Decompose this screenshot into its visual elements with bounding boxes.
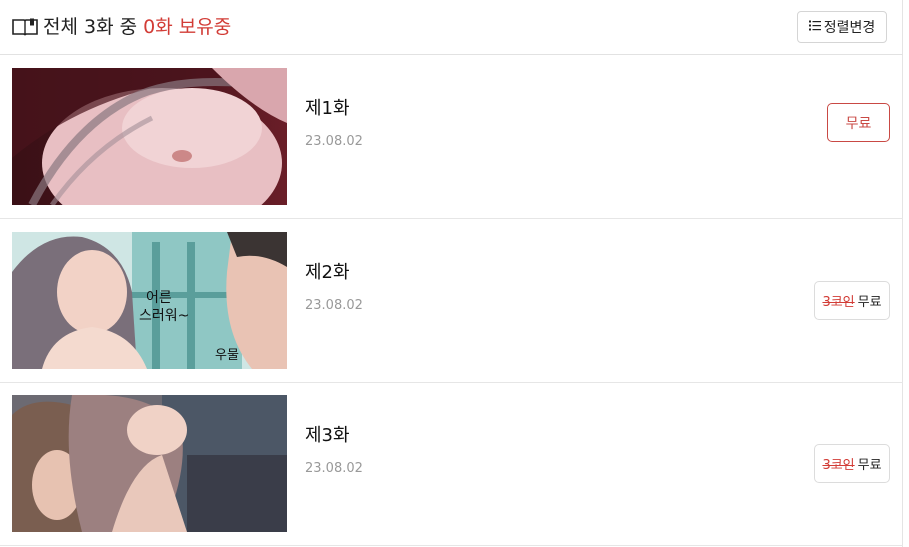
total-episodes-text: 전체 3화 중 <box>43 16 138 38</box>
episode-2-caption-1: 어른 <box>146 290 172 306</box>
episode-1-date: 23.08.02 <box>305 134 363 149</box>
list-icon <box>808 19 821 35</box>
episode-2-date: 23.08.02 <box>305 298 363 313</box>
episode-row-1[interactable]: 제1화 23.08.02 무료 <box>0 55 903 219</box>
episode-2-caption-2: 스러워~ <box>139 308 189 324</box>
episode-3-title: 제3화 <box>305 425 350 446</box>
episode-2-thumbnail[interactable]: 어른 스러워~ 우물 <box>12 232 287 369</box>
episode-3-price-button[interactable]: 3코인 무료 <box>814 444 890 483</box>
episode-3-date: 23.08.02 <box>305 461 363 476</box>
episode-3-original-price: 3코인 <box>822 458 855 473</box>
book-icon <box>12 18 38 36</box>
sort-change-label: 정렬변경 <box>823 20 876 36</box>
episode-2-title: 제2화 <box>305 262 350 283</box>
episode-2-caption-3: 우물 <box>215 348 239 363</box>
episode-row-2[interactable]: 어른 스러워~ 우물 제2화 23.08.02 3코인 무료 <box>0 219 903 383</box>
episode-2-original-price: 3코인 <box>822 295 855 310</box>
episode-list-header: 전체 3화 중 0화 보유중 정렬변경 <box>0 0 903 55</box>
episode-list-panel: 전체 3화 중 0화 보유중 정렬변경 제1화 23.08.02 무료 어른 스… <box>0 0 903 547</box>
episode-1-title: 제1화 <box>305 98 350 119</box>
episode-summary: 전체 3화 중 0화 보유중 <box>43 15 231 39</box>
sort-change-button[interactable]: 정렬변경 <box>797 11 887 43</box>
episode-1-free-button[interactable]: 무료 <box>827 103 890 142</box>
owned-episodes-text: 0화 보유중 <box>143 16 232 38</box>
episode-2-price-button[interactable]: 3코인 무료 <box>814 281 890 320</box>
episode-2-price-label: 무료 <box>857 295 882 310</box>
episode-3-price-label: 무료 <box>857 458 882 473</box>
episode-3-thumbnail[interactable] <box>12 395 287 532</box>
episode-row-3[interactable]: 제3화 23.08.02 3코인 무료 <box>0 382 903 546</box>
episode-1-thumbnail[interactable] <box>12 68 287 205</box>
